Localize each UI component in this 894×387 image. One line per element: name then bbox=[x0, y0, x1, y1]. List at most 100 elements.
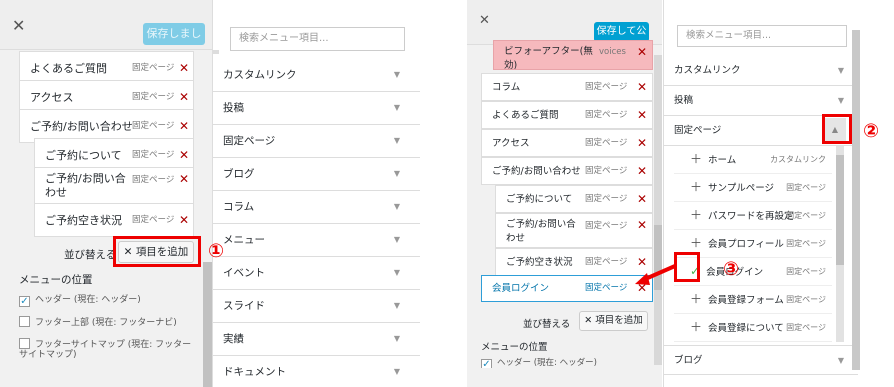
menu-subitem-invalid[interactable]: ビフォーアフター(無効) voices ✕ bbox=[493, 40, 653, 70]
menu-item-label: ご予約/お問い合わせ bbox=[30, 120, 133, 133]
chevron-down-icon: ▼ bbox=[393, 301, 400, 310]
saved-button[interactable]: 保存しました bbox=[143, 23, 205, 62]
remove-icon[interactable]: ✕ bbox=[179, 172, 189, 186]
scrollbar[interactable] bbox=[654, 55, 662, 365]
arrow-icon bbox=[635, 264, 676, 285]
remove-icon[interactable]: ✕ bbox=[637, 158, 647, 184]
location-header-checkbox[interactable]: ✓ ヘッダー (現在: ヘッダー) bbox=[481, 356, 597, 368]
section-column[interactable]: コラム ▼ bbox=[213, 191, 420, 224]
menu-subitem[interactable]: ご予約空き状況 固定ページ ✕ bbox=[34, 203, 194, 237]
page-type: 固定ページ bbox=[786, 239, 826, 248]
location-header-checkbox[interactable]: ✓ ヘッダー (現在: ヘッダー) bbox=[19, 292, 141, 307]
page-type: 固定ページ bbox=[786, 183, 826, 192]
page-label: サンプルページ bbox=[708, 183, 775, 194]
page-label: 会員プロフィール bbox=[708, 239, 784, 250]
location-footer-sitemap-checkbox[interactable]: フッターサイトマップ (現在: フッターサイトマップ) bbox=[19, 338, 199, 360]
reorder-link[interactable]: 並び替える bbox=[523, 316, 570, 330]
menu-subitem[interactable]: ご予約/お問い合わせ 固定ページ ✕ bbox=[495, 213, 653, 248]
section-documents[interactable]: ドキュメント ▼ bbox=[213, 356, 420, 387]
page-label: ホーム bbox=[708, 155, 737, 166]
section-label: ドキュメント bbox=[223, 366, 286, 378]
section-custom-links[interactable]: カスタムリンク ▼ bbox=[664, 56, 858, 86]
plus-icon: ＋ bbox=[690, 152, 703, 166]
highlight-box bbox=[113, 236, 201, 267]
menu-item-type: 固定ページ bbox=[132, 215, 175, 225]
location-footer-top-checkbox[interactable]: フッター上部 (現在: フッターナビ) bbox=[19, 315, 177, 328]
scrollbar[interactable] bbox=[203, 262, 212, 387]
customizer-header: ✕ 保存しました bbox=[0, 0, 212, 62]
available-items-column: 検索メニュー項目... カスタムリンク ▼ 投稿 ▼ 固定ページ ▼ ブログ ▼ コラム… bbox=[212, 0, 420, 387]
menu-subitem[interactable]: ご予約/お問い合わせ 固定ページ ✕ bbox=[34, 167, 194, 204]
location-note: (現在: フッターナビ) bbox=[91, 318, 177, 328]
remove-icon[interactable]: ✕ bbox=[637, 130, 647, 156]
menu-item-type: 固定ページ bbox=[132, 175, 175, 185]
page-type: 固定ページ bbox=[786, 267, 826, 276]
section-menu[interactable]: メニュー ▼ bbox=[213, 224, 420, 257]
remove-icon[interactable]: ✕ bbox=[637, 74, 647, 100]
menu-item[interactable]: ご予約/お問い合わせ 固定ページ ✕ bbox=[481, 157, 653, 185]
section-blog[interactable]: ブログ ▼ bbox=[664, 345, 858, 375]
section-posts[interactable]: 投稿 ▼ bbox=[213, 92, 420, 125]
page-label: 会員登録フォーム bbox=[708, 295, 784, 306]
menu-item-type: 固定ページ bbox=[585, 221, 628, 231]
section-label: 固定ページ bbox=[674, 125, 722, 136]
chevron-down-icon: ▼ bbox=[393, 268, 400, 277]
search-input[interactable]: 検索メニュー項目... bbox=[230, 27, 405, 51]
location-label: ヘッダー bbox=[35, 295, 72, 305]
scrollbar-thumb[interactable] bbox=[836, 155, 844, 265]
menu-item-label: よくあるご質問 bbox=[492, 110, 559, 121]
page-item-home[interactable]: ＋ ホーム カスタムリンク bbox=[674, 146, 832, 174]
page-type: 固定ページ bbox=[786, 295, 826, 304]
section-pages[interactable]: 固定ページ ▼ bbox=[213, 125, 420, 158]
chevron-down-icon: ▼ bbox=[393, 136, 400, 145]
add-items-button[interactable]: ✕ 項目を追加 bbox=[579, 311, 648, 331]
menu-item[interactable]: コラム 固定ページ ✕ bbox=[481, 73, 653, 101]
menu-subitem[interactable]: ご予約について 固定ページ ✕ bbox=[495, 185, 653, 213]
menu-structure-column: ✕ 保存しました よくあるご質問 固定ページ ✕ アクセス 固定ページ ✕ ご予… bbox=[0, 0, 212, 387]
scrollbar[interactable] bbox=[213, 50, 219, 54]
section-works[interactable]: 実績 ▼ bbox=[213, 323, 420, 356]
page-type: 固定ページ bbox=[786, 211, 826, 220]
page-item[interactable]: ＋ サンプルページ 固定ページ bbox=[674, 174, 832, 202]
menu-item-label: ご予約空き状況 bbox=[506, 257, 573, 268]
location-label: フッターサイトマップ bbox=[35, 340, 125, 350]
section-custom-links[interactable]: カスタムリンク ▼ bbox=[213, 59, 420, 92]
menu-item-label: コラム bbox=[492, 82, 521, 93]
add-items-label: 項目を追加 bbox=[595, 315, 643, 326]
save-publish-button[interactable]: 保存して公開 bbox=[594, 22, 649, 57]
reorder-link[interactable]: 並び替える bbox=[64, 247, 116, 262]
chevron-down-icon: ▼ bbox=[837, 96, 844, 105]
section-event[interactable]: イベント ▼ bbox=[213, 257, 420, 290]
remove-icon[interactable]: ✕ bbox=[637, 102, 647, 128]
page-item[interactable]: ＋ パスワードを再設定 固定ページ bbox=[674, 202, 832, 230]
left-screenshot: ✕ 保存しました よくあるご質問 固定ページ ✕ アクセス 固定ページ ✕ ご予… bbox=[0, 0, 420, 387]
page-item[interactable]: ＋ 会員登録フォーム 固定ページ bbox=[674, 286, 832, 314]
remove-icon[interactable]: ✕ bbox=[637, 186, 647, 212]
menu-locations-heading: メニューの位置 bbox=[481, 342, 548, 353]
menu-item-label: ご予約/お問い合わせ bbox=[492, 166, 581, 177]
menu-item-type: 固定ページ bbox=[585, 257, 628, 267]
remove-icon[interactable]: ✕ bbox=[179, 204, 189, 236]
menu-item-label: ご予約/お問い合わせ bbox=[506, 219, 576, 244]
remove-icon[interactable]: ✕ bbox=[637, 45, 647, 59]
close-icon[interactable]: ✕ bbox=[12, 16, 25, 35]
remove-icon[interactable]: ✕ bbox=[637, 218, 647, 232]
menu-item[interactable]: アクセス 固定ページ ✕ bbox=[481, 129, 653, 157]
section-posts[interactable]: 投稿 ▼ bbox=[664, 86, 858, 116]
section-label: 実績 bbox=[223, 333, 244, 345]
location-note: (現在: ヘッダー) bbox=[73, 295, 141, 305]
checkbox-icon bbox=[19, 316, 30, 327]
close-icon[interactable]: ✕ bbox=[479, 13, 490, 28]
section-blog[interactable]: ブログ ▼ bbox=[213, 158, 420, 191]
plus-icon: ＋ bbox=[690, 208, 703, 222]
section-label: メニュー bbox=[223, 234, 265, 246]
close-icon: ✕ bbox=[584, 315, 596, 326]
menu-subitem[interactable]: ご予約空き状況 固定ページ ✕ bbox=[495, 248, 653, 276]
menu-item[interactable]: よくあるご質問 固定ページ ✕ bbox=[481, 101, 653, 129]
section-label: カスタムリンク bbox=[223, 69, 297, 81]
section-slide[interactable]: スライド ▼ bbox=[213, 290, 420, 323]
page-item[interactable]: ＋ 会員登録について 固定ページ bbox=[674, 314, 832, 342]
outer-scrollbar[interactable] bbox=[852, 30, 860, 370]
search-input[interactable]: 検索メニュー項目... bbox=[677, 25, 847, 47]
menu-item-new[interactable]: 会員ログイン 固定ページ ✕ bbox=[481, 275, 653, 302]
